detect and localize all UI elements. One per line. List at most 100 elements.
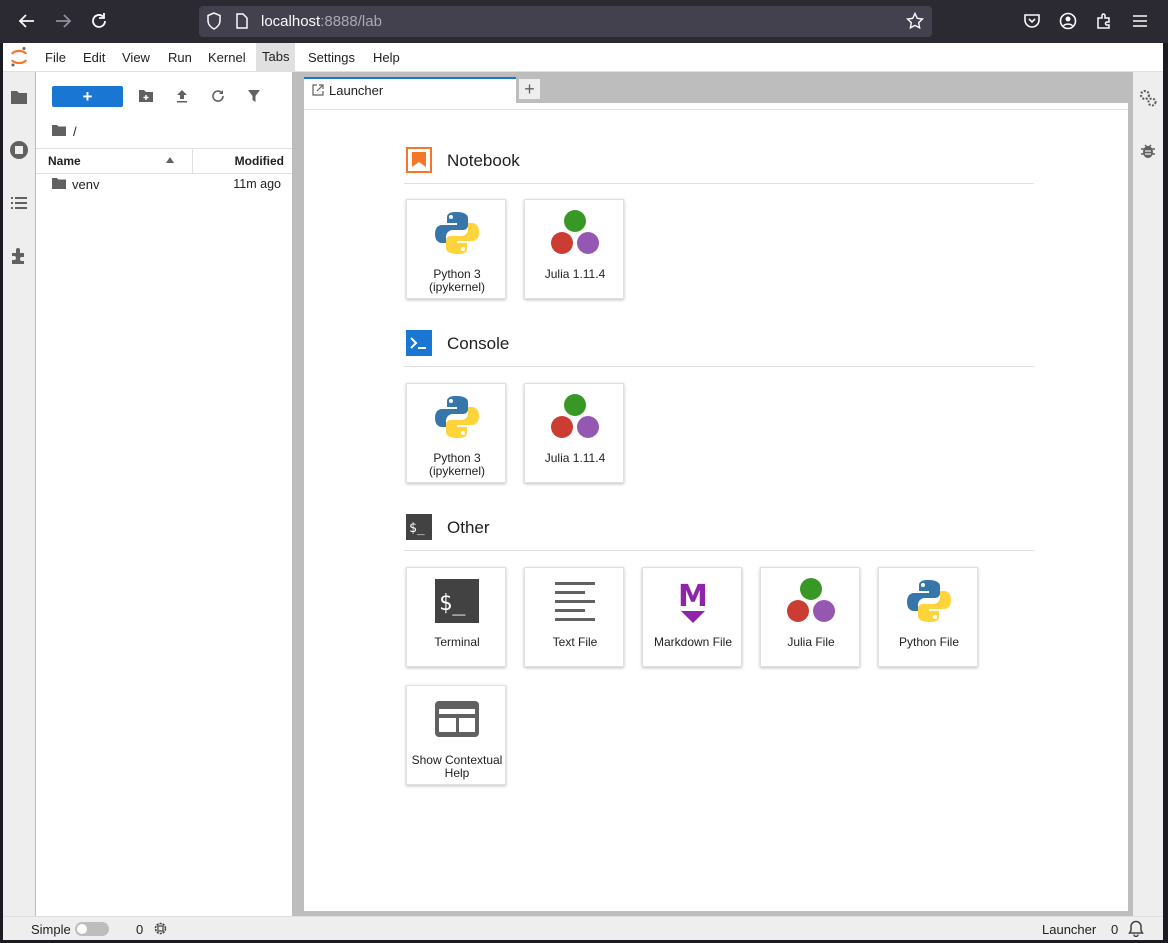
section-title: Console — [447, 334, 510, 353]
menu-kernel[interactable]: Kernel — [208, 50, 246, 65]
file-name: venv — [72, 177, 100, 192]
column-name-header[interactable]: Name — [48, 154, 81, 168]
launcher-card-julia-file[interactable]: Julia File — [760, 567, 860, 667]
forward-icon[interactable] — [52, 10, 74, 32]
main-dock-area: Launcher + Notebook Python 3 (ipykernel)… — [300, 72, 1132, 916]
menu-help[interactable]: Help — [373, 50, 400, 65]
new-folder-icon[interactable] — [135, 85, 157, 107]
menu-hamburger-icon[interactable] — [1129, 10, 1151, 32]
column-modified-header[interactable]: Modified — [235, 154, 284, 168]
menu-settings[interactable]: Settings — [308, 50, 355, 65]
menu-tabs[interactable]: Tabs — [256, 43, 296, 71]
breadcrumb-root[interactable]: / — [73, 124, 77, 139]
tab-launcher[interactable]: Launcher — [304, 77, 516, 103]
markdown-icon: M — [678, 579, 708, 623]
launcher-panel: Notebook Python 3 (ipykernel) Julia 1.11… — [304, 103, 1128, 911]
breadcrumb: / — [52, 122, 77, 140]
launcher-top-border — [304, 103, 1128, 110]
card-label: Show Contextual Help — [411, 753, 503, 780]
simple-mode-toggle[interactable] — [75, 922, 109, 936]
back-icon[interactable] — [16, 10, 38, 32]
console-section-icon — [406, 330, 432, 356]
property-inspector-icon[interactable] — [1137, 87, 1159, 109]
column-divider[interactable] — [192, 149, 193, 173]
jupyterlab-app: File Edit View Run Kernel Tabs Settings … — [3, 43, 1163, 940]
launcher-tab-icon — [312, 84, 324, 99]
launcher-card-contextual-help[interactable]: Show Contextual Help — [406, 685, 506, 785]
page-icon — [231, 10, 253, 32]
sort-ascending-icon[interactable] — [166, 157, 174, 163]
url-text[interactable]: localhost:8888/lab — [261, 13, 382, 30]
python-logo-icon — [435, 396, 479, 438]
file-browser-panel: + / Name Modified venv 11m ago — [36, 72, 292, 916]
svg-text:M: M — [678, 579, 708, 614]
card-label: Julia 1.11.4 — [544, 267, 606, 281]
kernel-count[interactable]: 0 — [136, 922, 143, 937]
launcher-card-python3-notebook[interactable]: Python 3 (ipykernel) — [406, 199, 506, 299]
reload-icon[interactable] — [88, 10, 110, 32]
launcher-card-markdown-file[interactable]: M Markdown File — [642, 567, 742, 667]
notebook-section-icon — [406, 147, 432, 173]
simple-mode-label: Simple — [31, 922, 71, 937]
home-folder-icon[interactable] — [52, 124, 66, 139]
section-title: Other — [447, 518, 490, 537]
panel-splitter[interactable] — [292, 72, 300, 916]
launcher-card-julia-notebook[interactable]: Julia 1.11.4 — [524, 199, 624, 299]
file-row[interactable]: venv 11m ago — [36, 172, 292, 196]
card-label: Terminal — [434, 635, 480, 649]
notification-bell-icon[interactable] — [1128, 920, 1144, 940]
launcher-card-python3-console[interactable]: Python 3 (ipykernel) — [406, 383, 506, 483]
card-label: Julia 1.11.4 — [544, 451, 606, 465]
julia-logo-icon — [551, 210, 599, 254]
debugger-bug-icon[interactable] — [1137, 140, 1159, 162]
section-title: Notebook — [447, 151, 520, 170]
notification-count[interactable]: 0 — [1111, 922, 1118, 937]
svg-text:$_: $_ — [439, 591, 466, 616]
terminal-icon: $_ — [435, 579, 479, 623]
right-sidebar-tabs — [1132, 72, 1163, 916]
menu-run[interactable]: Run — [168, 50, 192, 65]
bookmark-star-icon[interactable] — [904, 10, 926, 32]
launcher-card-python-file[interactable]: Python File — [878, 567, 978, 667]
julia-logo-icon — [551, 394, 599, 438]
file-modified: 11m ago — [233, 177, 281, 191]
status-bar: Simple 0 Launcher 0 — [3, 916, 1163, 940]
running-kernels-icon[interactable] — [8, 139, 30, 161]
svg-text:$_: $_ — [409, 521, 425, 536]
table-of-contents-icon[interactable] — [8, 192, 30, 214]
new-launcher-button[interactable]: + — [52, 86, 123, 107]
menu-edit[interactable]: Edit — [83, 50, 105, 65]
upload-icon[interactable] — [171, 85, 193, 107]
menu-bar: File Edit View Run Kernel Tabs Settings … — [3, 43, 1163, 72]
card-label: Python 3 (ipykernel) — [428, 267, 485, 294]
card-label: Julia File — [787, 635, 835, 649]
jupyter-logo-icon — [9, 46, 29, 68]
launcher-card-terminal[interactable]: $_ Terminal — [406, 567, 506, 667]
contextual-help-icon — [435, 701, 479, 737]
card-label: Python File — [898, 635, 960, 649]
filter-icon[interactable] — [243, 85, 265, 107]
tab-bar: Launcher + — [300, 72, 1132, 103]
extensions-icon[interactable] — [1093, 10, 1115, 32]
current-activity-label: Launcher — [1042, 922, 1097, 937]
add-tab-button[interactable]: + — [518, 78, 541, 100]
menu-view[interactable]: View — [122, 50, 150, 65]
refresh-icon[interactable] — [207, 85, 229, 107]
python-logo-icon — [907, 580, 951, 622]
extension-manager-icon[interactable] — [8, 245, 30, 267]
pocket-icon[interactable] — [1021, 10, 1043, 32]
folder-icon[interactable] — [8, 86, 30, 108]
account-icon[interactable] — [1057, 10, 1079, 32]
address-bar[interactable]: localhost:8888/lab — [199, 6, 932, 37]
launcher-card-text-file[interactable]: Text File — [524, 567, 624, 667]
menu-file[interactable]: File — [45, 50, 66, 65]
section-notebook: Notebook — [404, 141, 1034, 184]
launcher-card-julia-console[interactable]: Julia 1.11.4 — [524, 383, 624, 483]
toggle-knob — [77, 924, 87, 934]
shield-icon[interactable] — [203, 10, 225, 32]
folder-icon — [52, 177, 66, 192]
browser-toolbar: localhost:8888/lab — [0, 0, 1168, 43]
kernel-gear-icon[interactable] — [153, 921, 168, 939]
card-label: Markdown File — [653, 635, 733, 649]
card-label: Python 3 (ipykernel) — [428, 451, 485, 478]
